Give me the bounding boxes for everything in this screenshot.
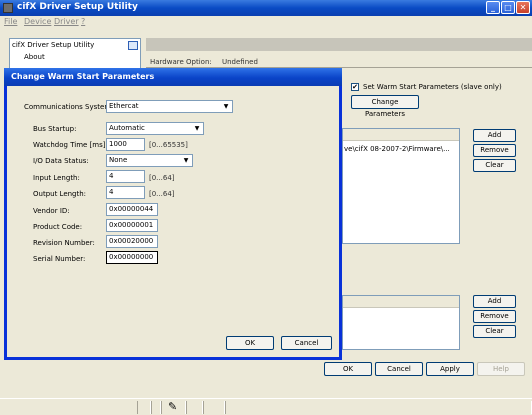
input-length-label: Input Length: [33,174,80,182]
dialog-ok-button[interactable]: OK [226,336,274,350]
communication-system-label: Communications System: [24,103,114,111]
add-button[interactable]: Add [473,129,516,142]
output-length-input[interactable]: 4 [106,186,145,199]
tree-collapse-icon[interactable] [128,41,138,50]
menu-file[interactable]: File [4,17,17,26]
communication-system-value: Ethercat [109,102,139,110]
clear-button-2[interactable]: Clear [473,325,516,338]
status-cell-pen: ✎ [161,401,186,414]
menu-driver[interactable]: Driver [54,17,79,26]
status-cell [225,401,532,414]
input-length-range: [0...64] [149,174,175,182]
clear-button[interactable]: Clear [473,159,516,172]
watchdog-input[interactable]: 1000 [106,138,145,151]
dialog-cancel-button[interactable]: Cancel [281,336,332,350]
io-status-combo[interactable]: None ▼ [106,154,193,167]
tree-item-about[interactable]: About [24,53,45,61]
serial-number-input[interactable]: 0x00000000 [106,251,158,264]
warm-start-label: Set Warm Start Parameters (slave only) [363,83,502,91]
revision-number-label: Revision Number: [33,239,95,247]
watchdog-label: Watchdog Time [ms]: [33,141,108,149]
status-cell [203,401,225,414]
window-title: cifX Driver Setup Utility [17,2,138,12]
cancel-button[interactable]: Cancel [375,362,423,376]
status-cell [151,401,161,414]
menu-device[interactable]: Device [24,17,51,26]
second-list-header [343,296,459,308]
product-code-input[interactable]: 0x00000001 [106,219,158,232]
tree-root-label[interactable]: cifX Driver Setup Utility [12,41,94,49]
status-cell [186,401,203,414]
hardware-option-value: Undefined [222,58,258,66]
input-length-input[interactable]: 4 [106,170,145,183]
warm-start-checkbox[interactable]: ✔ [351,83,359,91]
bus-startup-combo[interactable]: Automatic ▼ [106,122,204,135]
product-code-label: Product Code: [33,223,83,231]
bus-startup-value: Automatic [109,124,145,132]
apply-button[interactable]: Apply [426,362,474,376]
communication-system-combo[interactable]: Ethercat ▼ [106,100,233,113]
pen-icon: ✎ [168,400,178,413]
menu-help[interactable]: ? [81,17,85,26]
chevron-down-icon[interactable]: ▼ [221,102,231,111]
vendor-id-label: Vendor ID: [33,207,70,215]
output-length-range: [0...64] [149,190,175,198]
window-titlebar[interactable]: cifX Driver Setup Utility _ □ ✕ [0,0,532,16]
maximize-button[interactable]: □ [501,1,515,14]
remove-button[interactable]: Remove [473,144,516,157]
dialog-title: Change Warm Start Parameters [11,72,155,81]
dialog-titlebar[interactable]: Change Warm Start Parameters [4,68,342,86]
checkmark-icon: ✔ [352,83,358,91]
hardware-option-label: Hardware Option: [150,58,212,66]
firmware-list-header [343,129,459,141]
header-bar [146,38,532,51]
bus-startup-label: Bus Startup: [33,125,77,133]
menu-bar: File Device Driver ? [0,16,532,28]
app-icon [3,3,13,13]
second-list[interactable] [342,295,460,350]
chevron-down-icon[interactable]: ▼ [181,156,191,165]
close-button[interactable]: ✕ [516,1,530,14]
output-length-label: Output Length: [33,190,87,198]
serial-number-label: Serial Number: [33,255,86,263]
chevron-down-icon[interactable]: ▼ [192,124,202,133]
io-status-label: I/O Data Status: [33,157,89,165]
firmware-list[interactable]: ve\cifX 08-2007-2\Firmware\... [342,128,460,244]
navigation-tree[interactable]: cifX Driver Setup Utility About [9,38,141,70]
revision-number-input[interactable]: 0x00020000 [106,235,158,248]
minimize-button[interactable]: _ [486,1,500,14]
add-button-2[interactable]: Add [473,295,516,308]
io-status-value: None [109,156,128,164]
change-parameters-button[interactable]: Change Parameters [351,95,419,118]
firmware-path[interactable]: ve\cifX 08-2007-2\Firmware\... [344,145,450,153]
status-cell [137,401,151,414]
help-button[interactable]: Help [477,362,525,376]
ok-button[interactable]: OK [324,362,372,376]
watchdog-range: [0...65535] [149,141,188,149]
remove-button-2[interactable]: Remove [473,310,516,323]
vendor-id-input[interactable]: 0x00000044 [106,203,158,216]
